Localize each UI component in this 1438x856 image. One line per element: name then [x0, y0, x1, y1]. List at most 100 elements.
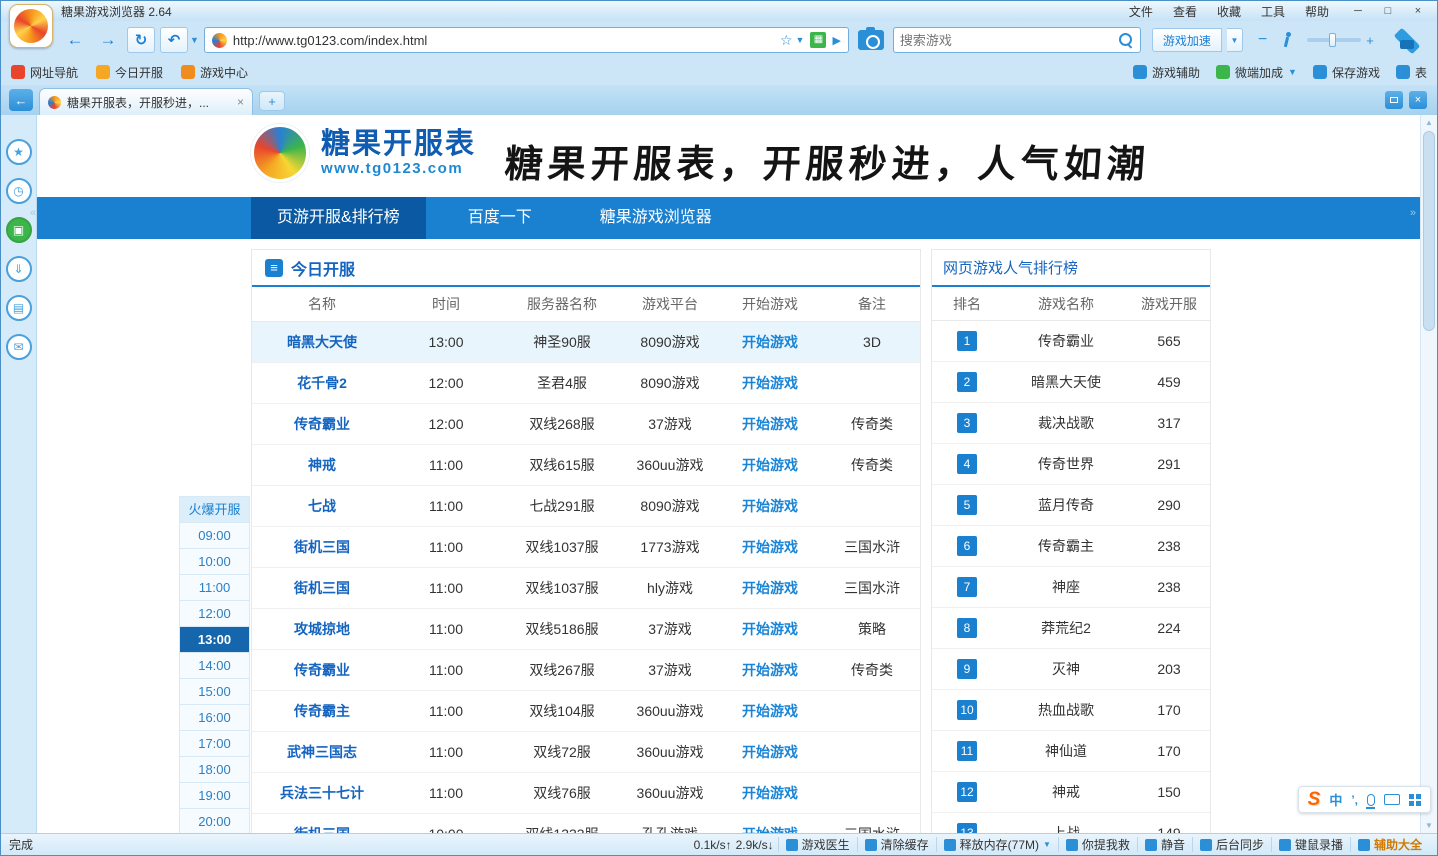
- bookmark-item[interactable]: 表: [1396, 64, 1427, 81]
- status-tool-button[interactable]: 游戏医生: [778, 837, 857, 852]
- sidebar-toggle-button[interactable]: ←: [9, 89, 33, 111]
- ime-punctuation-toggle[interactable]: ’,: [1351, 793, 1358, 807]
- feedback-chat-icon[interactable]: ✉: [6, 334, 32, 360]
- bookmark-item[interactable]: 微端加成▼: [1216, 64, 1297, 81]
- status-tool-button[interactable]: 你提我救: [1058, 837, 1137, 852]
- time-filter[interactable]: 10:00: [180, 549, 249, 575]
- url-input[interactable]: [233, 33, 774, 48]
- bookmark-item[interactable]: 保存游戏: [1313, 64, 1380, 81]
- time-filter[interactable]: 13:00: [180, 627, 249, 653]
- zoom-slider-track[interactable]: [1307, 38, 1361, 42]
- start-game-link[interactable]: 开始游戏: [742, 334, 798, 350]
- new-tab-button[interactable]: +: [259, 91, 285, 111]
- favorites-star-icon[interactable]: ★: [6, 139, 32, 165]
- game-name-link[interactable]: 武神三国志: [287, 744, 357, 760]
- menubar-item[interactable]: 帮助: [1305, 3, 1329, 20]
- start-game-link[interactable]: 开始游戏: [742, 580, 798, 596]
- search-input[interactable]: [900, 33, 1119, 48]
- start-game-link[interactable]: 开始游戏: [742, 662, 798, 678]
- export-table-icon[interactable]: ▦: [810, 32, 826, 48]
- chevron-down-icon[interactable]: ▼: [190, 35, 199, 45]
- status-tool-button[interactable]: 辅助大全: [1350, 837, 1429, 852]
- start-game-link[interactable]: 开始游戏: [742, 375, 798, 391]
- game-name-link[interactable]: 传奇霸业: [294, 662, 350, 678]
- game-name-link[interactable]: 兵法三十七计: [280, 785, 364, 801]
- scroll-up-icon[interactable]: ▲: [1421, 118, 1437, 127]
- zoom-slider-thumb[interactable]: [1329, 33, 1336, 47]
- menubar-item[interactable]: 收藏: [1217, 3, 1241, 20]
- start-game-link[interactable]: 开始游戏: [742, 703, 798, 719]
- nav-item[interactable]: 糖果游戏浏览器: [574, 197, 738, 239]
- browser-menu-button[interactable]: [9, 4, 53, 48]
- status-tool-button[interactable]: 清除缓存: [857, 837, 936, 852]
- start-game-link[interactable]: 开始游戏: [742, 416, 798, 432]
- game-name-link[interactable]: 街机三国: [294, 580, 350, 596]
- download-icon[interactable]: ⇓: [6, 256, 32, 282]
- game-name-link[interactable]: 传奇霸业: [294, 416, 350, 432]
- maximize-button[interactable]: □: [1375, 3, 1401, 19]
- game-accelerate-button[interactable]: 游戏加速: [1152, 28, 1222, 52]
- game-name-link[interactable]: 街机三国: [294, 826, 350, 834]
- keyboard-icon[interactable]: [1384, 794, 1400, 805]
- time-filter[interactable]: 15:00: [180, 679, 249, 705]
- minimize-button[interactable]: ─: [1345, 3, 1371, 19]
- go-button[interactable]: ▶: [832, 34, 840, 47]
- start-game-link[interactable]: 开始游戏: [742, 826, 798, 834]
- bookmark-item[interactable]: 今日开服: [96, 64, 163, 81]
- refresh-button[interactable]: ↻: [127, 27, 155, 53]
- bookmark-item[interactable]: 游戏辅助: [1133, 64, 1200, 81]
- history-clock-icon[interactable]: ◷: [6, 178, 32, 204]
- game-center-icon[interactable]: ▣: [6, 217, 32, 243]
- back-button[interactable]: ←: [61, 27, 89, 53]
- status-tool-button[interactable]: 后台同步: [1192, 837, 1271, 852]
- chevron-down-icon[interactable]: ▼: [1227, 28, 1243, 52]
- time-filter[interactable]: 18:00: [180, 757, 249, 783]
- time-filter[interactable]: 11:00: [180, 575, 249, 601]
- nav-item[interactable]: 页游开服&排行榜: [251, 197, 426, 239]
- nav-item[interactable]: 百度一下: [442, 197, 558, 239]
- time-filter[interactable]: 19:00: [180, 783, 249, 809]
- bookmark-item[interactable]: 游戏中心: [181, 64, 248, 81]
- time-filter[interactable]: 09:00: [180, 523, 249, 549]
- status-tool-button[interactable]: 释放内存(77M)▼: [936, 837, 1058, 852]
- start-game-link[interactable]: 开始游戏: [742, 457, 798, 473]
- time-filter[interactable]: 20:00: [180, 809, 249, 833]
- ime-language-toggle[interactable]: 中: [1329, 790, 1342, 809]
- collapse-right-icon[interactable]: »: [1410, 207, 1416, 219]
- start-game-link[interactable]: 开始游戏: [742, 539, 798, 555]
- speed-runner-icon[interactable]: [1280, 32, 1294, 49]
- game-name-link[interactable]: 街机三国: [294, 539, 350, 555]
- game-name-link[interactable]: 七战: [308, 498, 336, 514]
- time-filter[interactable]: 12:00: [180, 601, 249, 627]
- microphone-icon[interactable]: [1367, 794, 1375, 806]
- restore-page-icon[interactable]: [1385, 91, 1403, 109]
- close-button[interactable]: ×: [1405, 3, 1431, 19]
- forward-button[interactable]: →: [94, 27, 122, 53]
- status-tool-button[interactable]: 键鼠录播: [1271, 837, 1350, 852]
- zoom-out-button[interactable]: −: [1258, 31, 1267, 49]
- site-logo[interactable]: 糖果开服表 www.tg0123.com: [251, 124, 476, 182]
- game-name-link[interactable]: 神戒: [308, 457, 336, 473]
- chevron-down-icon[interactable]: ▼: [796, 35, 805, 45]
- bookmark-item[interactable]: 网址导航: [11, 64, 78, 81]
- sogou-logo-icon[interactable]: S: [1308, 790, 1321, 809]
- time-filter[interactable]: 14:00: [180, 653, 249, 679]
- scroll-down-icon[interactable]: ▼: [1421, 821, 1437, 830]
- scrollbar-thumb[interactable]: [1423, 131, 1435, 331]
- tab-active[interactable]: 糖果开服表，开服秒进，... ×: [39, 88, 253, 115]
- screenshot-camera-icon[interactable]: [858, 30, 884, 50]
- game-name-link[interactable]: 传奇霸主: [294, 703, 350, 719]
- bookmark-star-icon[interactable]: ☆: [780, 32, 793, 49]
- start-game-link[interactable]: 开始游戏: [742, 621, 798, 637]
- undo-button[interactable]: ↶: [160, 27, 188, 53]
- game-name-link[interactable]: 攻城掠地: [294, 621, 350, 637]
- time-filter[interactable]: 16:00: [180, 705, 249, 731]
- time-filter[interactable]: 17:00: [180, 731, 249, 757]
- ime-menu-grid-icon[interactable]: [1409, 794, 1414, 799]
- start-game-link[interactable]: 开始游戏: [742, 498, 798, 514]
- start-game-link[interactable]: 开始游戏: [742, 785, 798, 801]
- graduation-cap-icon[interactable]: [1389, 27, 1425, 53]
- vertical-scrollbar[interactable]: ▲ ▼: [1420, 115, 1437, 833]
- zoom-in-button[interactable]: +: [1366, 33, 1374, 48]
- search-icon[interactable]: [1119, 33, 1134, 48]
